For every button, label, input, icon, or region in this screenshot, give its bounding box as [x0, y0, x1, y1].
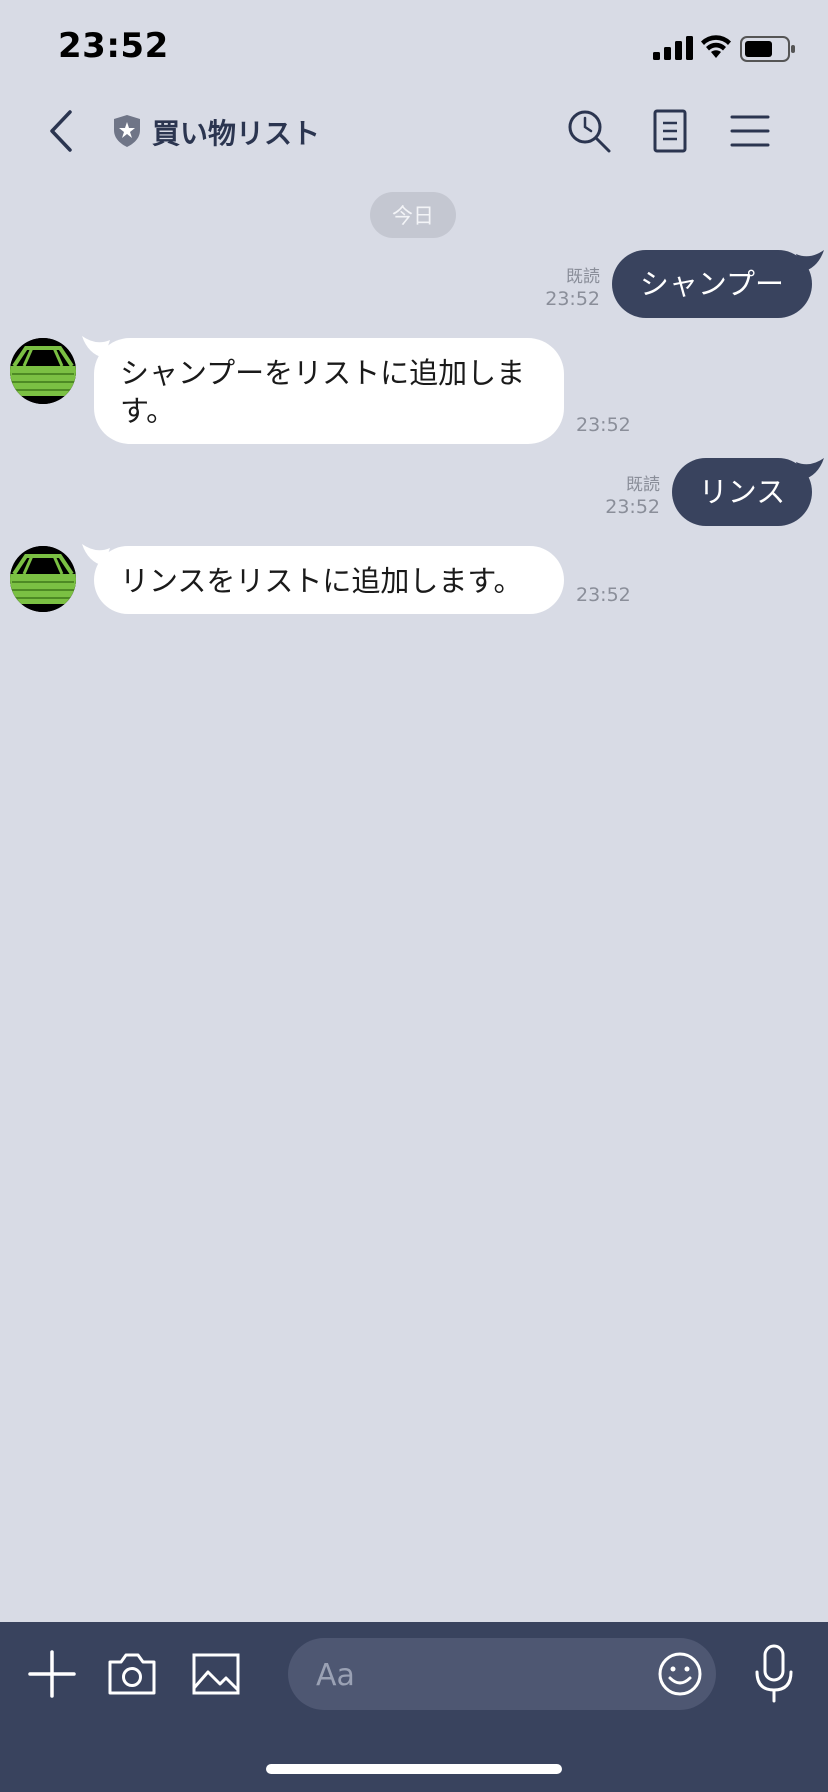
back-button[interactable]	[40, 106, 84, 156]
mic-icon[interactable]	[752, 1644, 796, 1704]
status-time: 23:52	[58, 26, 169, 66]
message-time: 23:52	[545, 288, 600, 310]
basket-icon	[10, 546, 76, 612]
incoming-message[interactable]: リンスをリストに追加します。	[94, 546, 564, 614]
plus-icon[interactable]	[26, 1650, 78, 1698]
shield-star-icon	[114, 115, 140, 147]
message-input-container	[288, 1638, 716, 1710]
outgoing-message[interactable]: リンス	[672, 458, 812, 526]
signal-icon	[653, 36, 693, 60]
message-meta: 既読 23:52	[530, 266, 600, 310]
note-icon[interactable]	[648, 108, 694, 154]
emoji-icon[interactable]	[656, 1650, 704, 1698]
message-meta: 既読 23:52	[590, 474, 660, 518]
battery-icon	[740, 36, 795, 62]
home-indicator[interactable]	[266, 1764, 562, 1774]
image-icon[interactable]	[190, 1650, 242, 1698]
read-receipt: 既読	[626, 475, 660, 495]
message-time: 23:52	[605, 496, 660, 518]
bubble-tail	[796, 458, 824, 480]
date-separator: 今日	[370, 192, 456, 238]
read-receipt: 既読	[566, 267, 600, 287]
menu-icon[interactable]	[728, 108, 772, 154]
chat-title: 買い物リスト	[152, 117, 321, 150]
incoming-message[interactable]: シャンプーをリストに追加します。	[94, 338, 564, 444]
camera-icon[interactable]	[106, 1650, 158, 1698]
bubble-tail	[796, 250, 824, 272]
wifi-icon	[701, 35, 731, 58]
search-icon[interactable]	[566, 108, 612, 154]
message-time: 23:52	[576, 414, 631, 436]
message-time: 23:52	[576, 584, 631, 606]
avatar[interactable]	[10, 546, 76, 612]
basket-icon	[10, 338, 76, 404]
avatar[interactable]	[10, 338, 76, 404]
message-input[interactable]	[314, 1652, 618, 1698]
outgoing-message[interactable]: シャンプー	[612, 250, 812, 318]
